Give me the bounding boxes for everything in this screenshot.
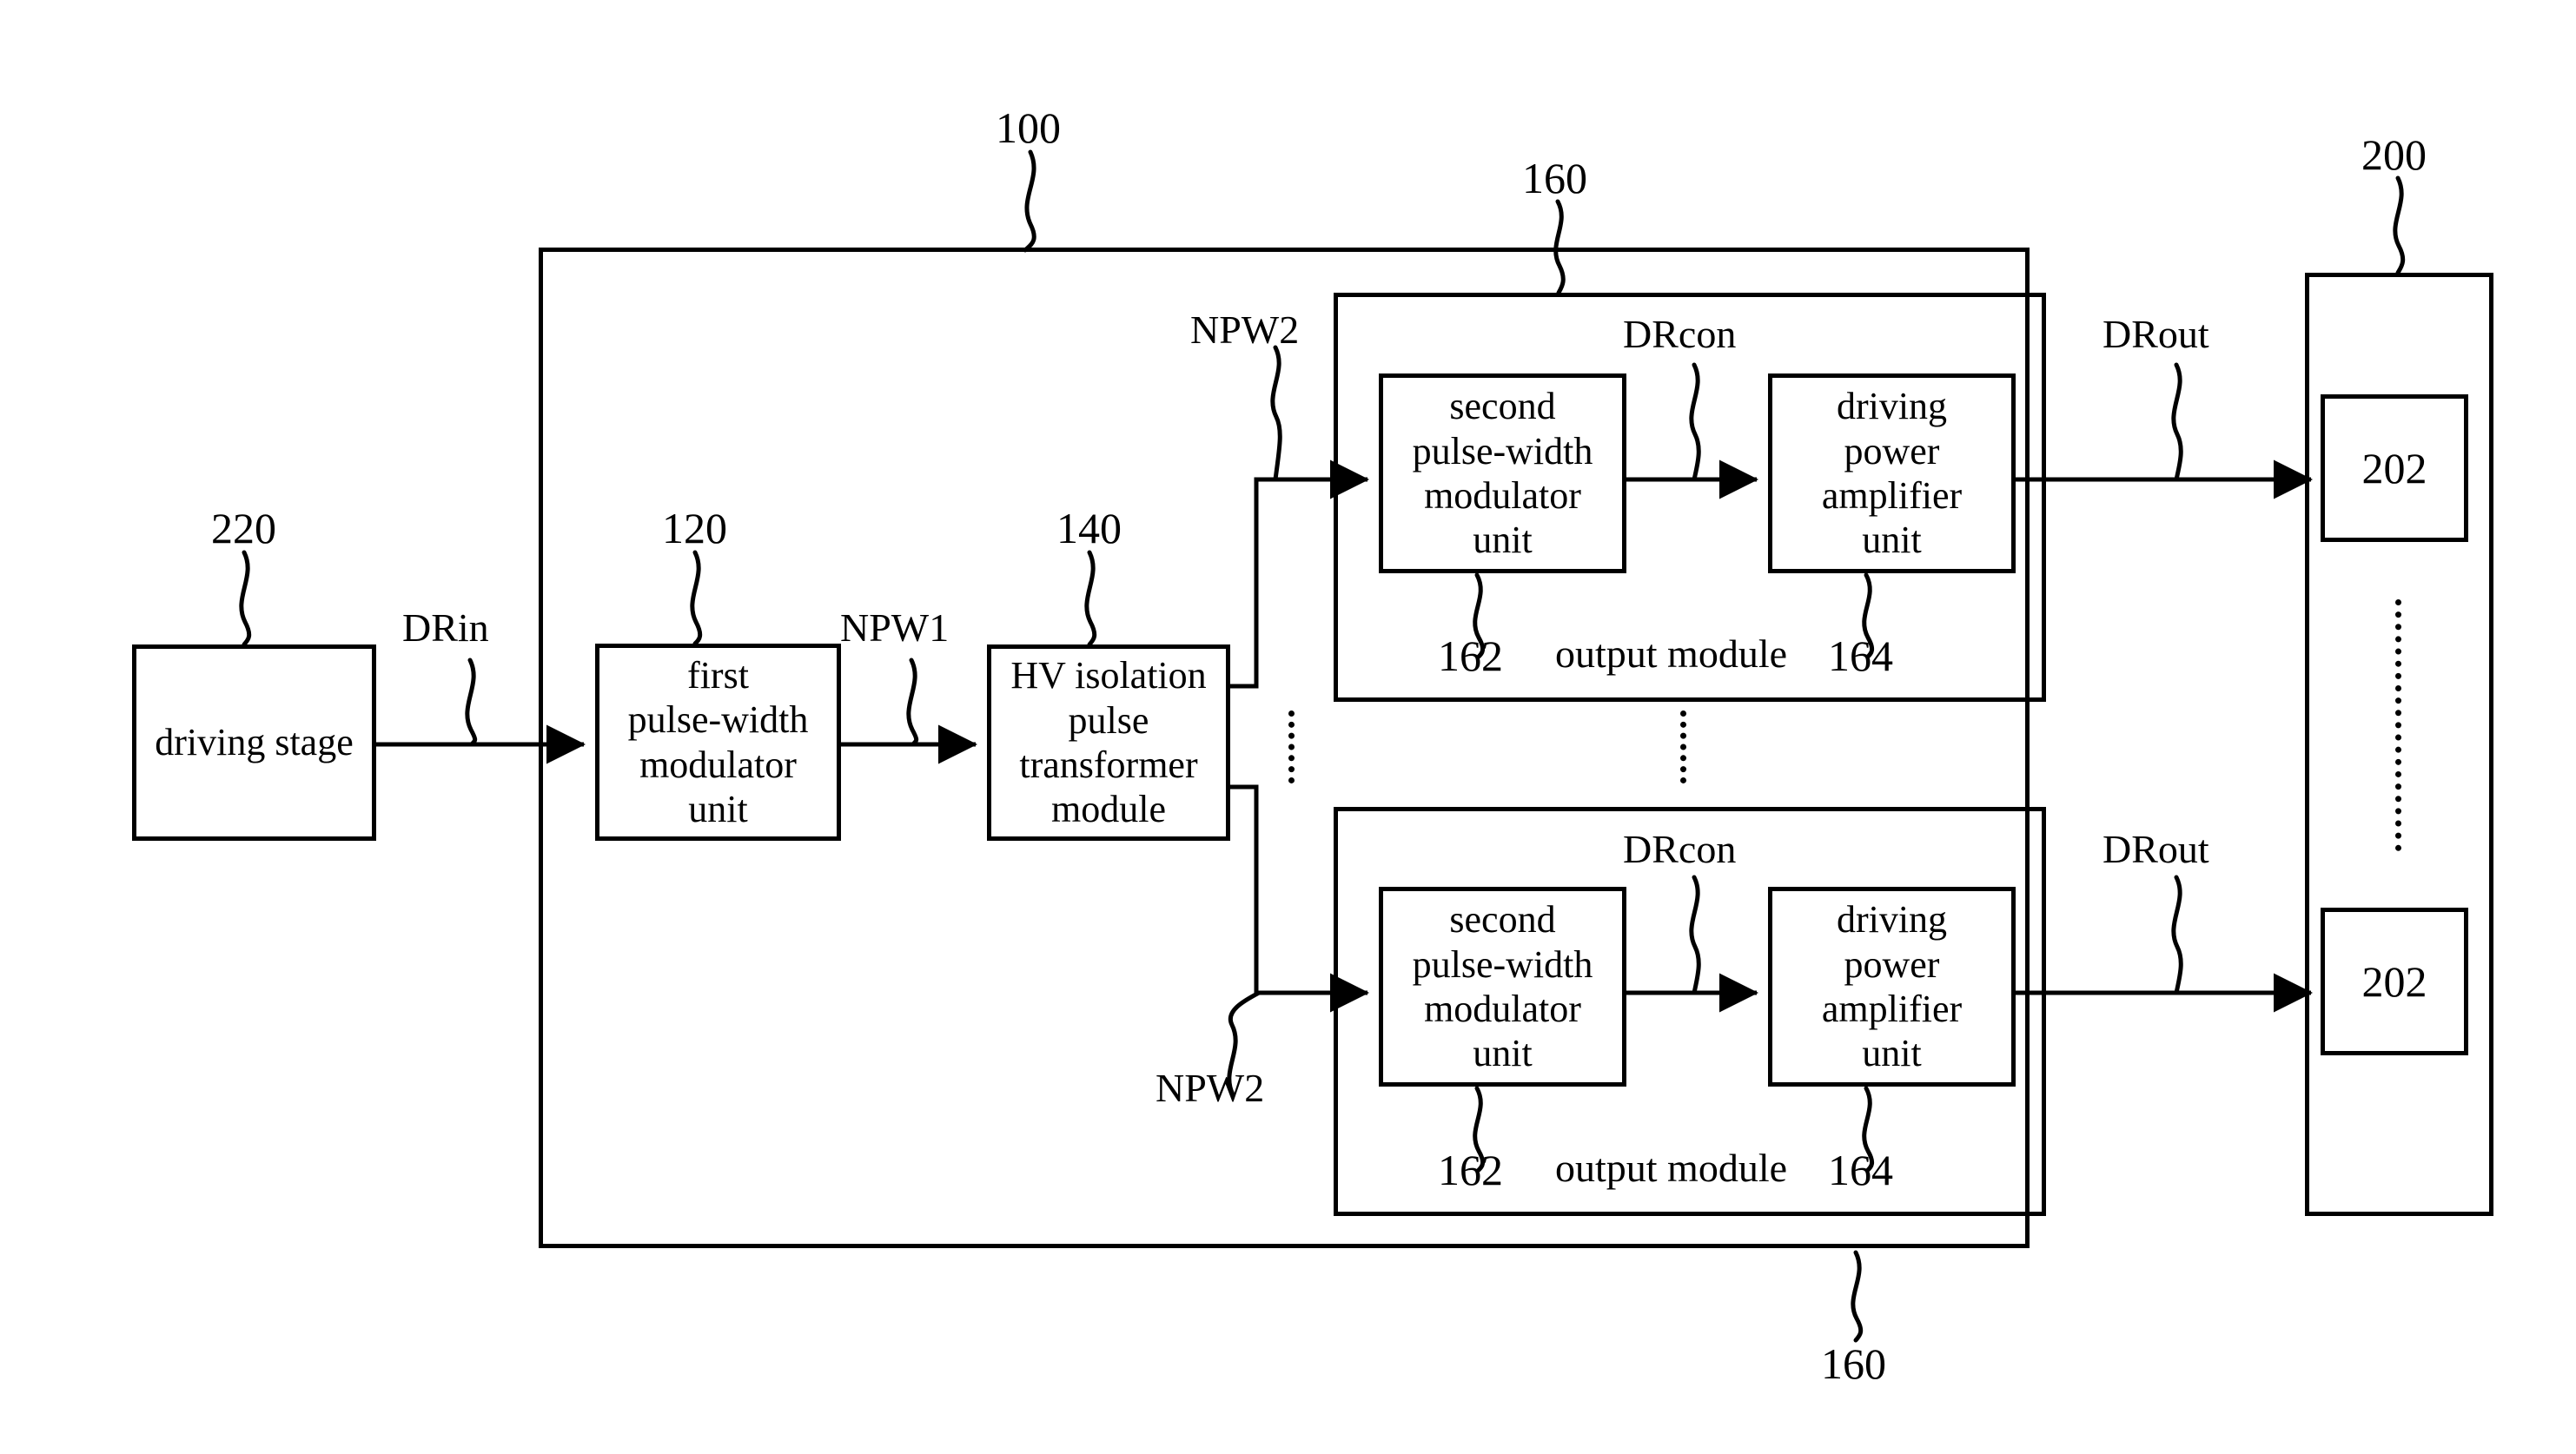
load-block-202-bottom[interactable]: 202 [2321, 908, 2468, 1055]
ellipsis-load-blocks [2395, 599, 2401, 851]
output-module-bottom-caption: output module [1555, 1146, 1788, 1190]
signal-npw2-top: NPW2 [1190, 307, 1300, 352]
driving-stage-label: driving stage [155, 721, 354, 764]
signal-drin: DRin [402, 605, 489, 650]
ref-164-bottom: 164 [1828, 1146, 1893, 1194]
signal-drcon-bottom: DRcon [1623, 827, 1737, 871]
load-bottom-label: 202 [2361, 956, 2427, 1006]
output-module-top-caption: output module [1555, 631, 1788, 676]
driving-power-amplifier-block-top[interactable]: driving power amplifier unit [1768, 373, 2016, 573]
ref-120: 120 [662, 504, 727, 552]
ellipsis-output-modules [1680, 710, 1686, 783]
hv-transformer-label: HV isolation pulse transformer module [1010, 654, 1207, 831]
signal-npw1: NPW1 [840, 605, 950, 650]
ref-162-top: 162 [1438, 631, 1503, 680]
leader-100 [1023, 149, 1036, 253]
leader-200 [2393, 175, 2406, 275]
first-pulse-width-modulator-block[interactable]: first pulse-width modulator unit [595, 644, 841, 841]
second-pulse-width-modulator-block-top[interactable]: second pulse-width modulator unit [1379, 373, 1626, 573]
ref-164-top: 164 [1828, 631, 1893, 680]
second-pulse-width-modulator-block-bottom[interactable]: second pulse-width modulator unit [1379, 887, 1626, 1087]
second-pwm-top-label: second pulse-width modulator unit [1412, 385, 1593, 562]
load-top-label: 202 [2361, 443, 2427, 492]
signal-drout-top: DRout [2103, 312, 2209, 356]
signal-drcon-top: DRcon [1623, 312, 1737, 356]
ref-160-bottom: 160 [1821, 1339, 1886, 1388]
leader-drin [465, 658, 478, 747]
load-block-202-top[interactable]: 202 [2321, 394, 2468, 542]
signal-npw2-bottom: NPW2 [1156, 1066, 1265, 1110]
ref-160-top: 160 [1522, 154, 1587, 202]
ref-220: 220 [211, 504, 276, 552]
second-pwm-bottom-label: second pulse-width modulator unit [1412, 898, 1593, 1075]
ref-100: 100 [996, 103, 1061, 152]
hv-isolation-pulse-transformer-block[interactable]: HV isolation pulse transformer module [987, 644, 1230, 841]
patent-figure-canvas: driving stage first pulse-width modulator u… [0, 0, 2576, 1454]
leader-160-bottom [1851, 1250, 1864, 1343]
leader-220 [239, 550, 252, 647]
ref-162-bottom: 162 [1438, 1146, 1503, 1194]
driving-power-amplifier-block-bottom[interactable]: driving power amplifier unit [1768, 887, 2016, 1087]
driving-amp-bottom-label: driving power amplifier unit [1821, 898, 1963, 1075]
signal-drout-bottom: DRout [2103, 827, 2209, 871]
ref-140: 140 [1056, 504, 1122, 552]
ellipsis-transformer-branch [1288, 710, 1295, 783]
driving-stage-block[interactable]: driving stage [132, 644, 376, 841]
ref-200: 200 [2361, 130, 2427, 179]
first-pwm-label: first pulse-width modulator unit [627, 653, 809, 830]
driving-amp-top-label: driving power amplifier unit [1821, 385, 1963, 562]
leader-drout-top [2171, 362, 2183, 482]
leader-drout-bottom [2171, 875, 2183, 995]
